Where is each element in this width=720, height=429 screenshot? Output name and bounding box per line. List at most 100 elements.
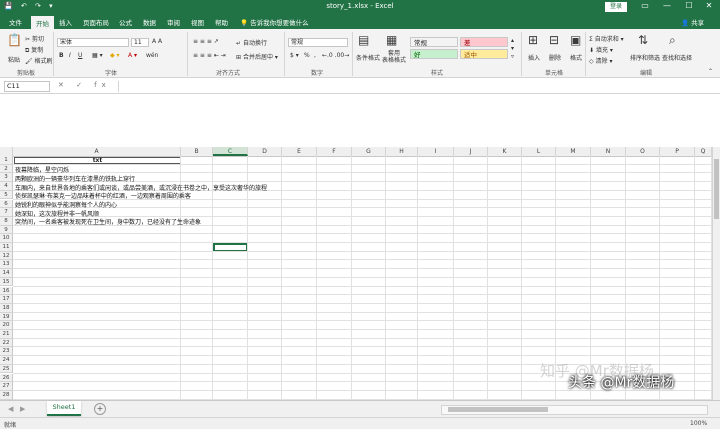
minimize-icon[interactable]: — bbox=[660, 1, 674, 10]
column-header-h[interactable]: H bbox=[386, 147, 418, 156]
paste-icon[interactable]: 📋 bbox=[7, 33, 22, 47]
cut-button[interactable]: ✂ 剪切 bbox=[25, 34, 44, 43]
column-header-o[interactable]: O bbox=[626, 147, 660, 156]
phonetic-button[interactable]: wén bbox=[146, 52, 158, 59]
prev-sheet-icon[interactable]: ◀ bbox=[8, 405, 13, 413]
find-select-icon[interactable]: ⌕ bbox=[669, 33, 676, 48]
column-header-d[interactable]: D bbox=[248, 147, 282, 156]
row-header-5[interactable]: 5 bbox=[0, 190, 13, 200]
row-header-20[interactable]: 20 bbox=[0, 321, 13, 330]
tab-review[interactable]: 审阅 bbox=[167, 17, 180, 27]
collapse-ribbon-icon[interactable]: ⌃ bbox=[708, 68, 713, 75]
formula-icons[interactable]: ✕ ✓ fx bbox=[58, 81, 111, 89]
format-painter-button[interactable]: 🖌 格式刷 bbox=[25, 56, 53, 65]
column-header-e[interactable]: E bbox=[282, 147, 317, 156]
row-header-14[interactable]: 14 bbox=[0, 269, 13, 278]
vertical-align-icons[interactable]: ≡ ≡ ≡ ↗ bbox=[193, 38, 219, 45]
row-header-9[interactable]: 9 bbox=[0, 225, 13, 235]
row-header-7[interactable]: 7 bbox=[0, 208, 13, 217]
column-header-g[interactable]: G bbox=[352, 147, 386, 156]
column-header-n[interactable]: N bbox=[591, 147, 626, 156]
comma-button[interactable]: , bbox=[314, 52, 316, 59]
row-header-11[interactable]: 11 bbox=[0, 243, 13, 252]
login-button[interactable]: 登录 bbox=[605, 2, 627, 12]
row-header-27[interactable]: 27 bbox=[0, 382, 13, 391]
borders-icon[interactable]: ▦ ▾ bbox=[92, 52, 103, 59]
autosum-button[interactable]: Σ 自动求和 ▾ bbox=[589, 34, 624, 43]
format-cells-icon[interactable]: ▣ bbox=[570, 33, 581, 47]
style-normal[interactable]: 常规 bbox=[410, 37, 458, 47]
row-header-10[interactable]: 10 bbox=[0, 234, 13, 243]
row-header-4[interactable]: 4 bbox=[0, 182, 13, 191]
ribbon-display-icon[interactable]: ▭ bbox=[638, 1, 652, 10]
zoom-level[interactable]: 100% bbox=[690, 420, 707, 427]
font-size-combo[interactable]: 11 bbox=[131, 38, 149, 47]
row-header-23[interactable]: 23 bbox=[0, 347, 13, 357]
row-header-12[interactable]: 12 bbox=[0, 251, 13, 261]
horizontal-scrollbar[interactable] bbox=[441, 405, 708, 415]
row-header-17[interactable]: 17 bbox=[0, 295, 13, 304]
row-header-18[interactable]: 18 bbox=[0, 303, 13, 313]
select-all-corner[interactable] bbox=[0, 147, 13, 156]
font-name-combo[interactable]: 宋体 bbox=[57, 38, 129, 47]
maximize-icon[interactable]: ☐ bbox=[682, 1, 696, 10]
row-header-25[interactable]: 25 bbox=[0, 364, 13, 374]
tab-file[interactable]: 文件 bbox=[9, 17, 22, 27]
tab-data[interactable]: 数据 bbox=[143, 17, 156, 27]
percent-button[interactable]: % bbox=[304, 52, 310, 59]
column-header-i[interactable]: I bbox=[418, 147, 454, 156]
format-as-table-button[interactable]: 套用 表格格式 bbox=[382, 50, 406, 64]
conditional-format-icon[interactable]: ▤ bbox=[358, 33, 369, 47]
cell-a8[interactable]: 突然间，一名乘客被发现死在卫生间，身中数刀，已经没有了生命迹象 bbox=[15, 217, 201, 226]
close-icon[interactable]: ✕ bbox=[702, 1, 716, 10]
decimal-icons[interactable]: ←.0 .00→ bbox=[322, 52, 349, 59]
column-header-q[interactable]: Q bbox=[695, 147, 712, 156]
row-header-2[interactable]: 2 bbox=[0, 164, 13, 174]
row-header-22[interactable]: 22 bbox=[0, 338, 13, 348]
column-header-a[interactable]: A bbox=[13, 147, 181, 156]
formula-input[interactable] bbox=[118, 81, 717, 92]
find-select-button[interactable]: 查找和选择 bbox=[662, 53, 692, 62]
delete-cells-icon[interactable]: ⊟ bbox=[549, 33, 559, 47]
row-header-28[interactable]: 28 bbox=[0, 390, 13, 400]
wrap-text-button[interactable]: ↵ 自动换行 bbox=[236, 38, 267, 47]
sort-filter-button[interactable]: 排序和筛选 bbox=[630, 53, 660, 62]
insert-cells-icon[interactable]: ⊞ bbox=[528, 33, 538, 47]
tab-view[interactable]: 视图 bbox=[191, 17, 204, 27]
format-as-table-icon[interactable]: ▦ bbox=[386, 33, 397, 47]
merge-center-button[interactable]: ⊞ 合并后居中 ▾ bbox=[236, 52, 278, 61]
style-neutral[interactable]: 适中 bbox=[460, 49, 508, 59]
column-header-c[interactable]: C bbox=[213, 147, 248, 156]
row-header-6[interactable]: 6 bbox=[0, 199, 13, 209]
column-header-k[interactable]: K bbox=[488, 147, 522, 156]
column-header-m[interactable]: M bbox=[556, 147, 591, 156]
tab-help[interactable]: 帮助 bbox=[215, 17, 228, 27]
add-sheet-icon[interactable]: + bbox=[94, 403, 106, 415]
cell-a3[interactable]: 两颗欧洲的一辆豪华列车在漆黑的铁轨上穿行 bbox=[15, 174, 135, 183]
conditional-format-button[interactable]: 条件格式 bbox=[356, 53, 380, 62]
fill-color-icon[interactable]: ◆ ▾ bbox=[110, 52, 120, 59]
underline-button[interactable]: U bbox=[78, 52, 82, 59]
cell-a5[interactable]: 侦探凯瑟琳·布莱克一边品味着杯中的红酒，一边观察着周围的乘客 bbox=[15, 191, 191, 200]
column-header-l[interactable]: L bbox=[522, 147, 556, 156]
tab-formulas[interactable]: 公式 bbox=[119, 17, 132, 27]
tab-page-layout[interactable]: 页面布局 bbox=[83, 17, 109, 27]
sheet-tab-sheet1[interactable]: Sheet1 bbox=[47, 401, 81, 416]
row-header-24[interactable]: 24 bbox=[0, 356, 13, 365]
row-header-13[interactable]: 13 bbox=[0, 260, 13, 270]
style-good[interactable]: 好 bbox=[410, 49, 458, 59]
style-bad[interactable]: 差 bbox=[460, 37, 508, 47]
clear-button[interactable]: ◇ 清除 ▾ bbox=[589, 56, 612, 65]
delete-cells-button[interactable]: 删除 bbox=[549, 53, 561, 62]
tab-insert[interactable]: 插入 bbox=[59, 17, 72, 27]
row-header-26[interactable]: 26 bbox=[0, 373, 13, 383]
next-sheet-icon[interactable]: ▶ bbox=[20, 405, 25, 413]
sort-filter-icon[interactable]: ⇅ bbox=[638, 33, 648, 47]
name-box[interactable]: C11 bbox=[4, 81, 50, 92]
insert-cells-button[interactable]: 插入 bbox=[528, 53, 540, 62]
row-header-1[interactable]: 1 bbox=[0, 156, 13, 165]
cell-a7[interactable]: 她深知，这次旅程并非一帆风顺 bbox=[15, 209, 99, 218]
row-header-3[interactable]: 3 bbox=[0, 173, 13, 183]
grow-shrink-font-icon[interactable]: A A bbox=[152, 38, 162, 45]
tell-me-search[interactable]: 💡 告诉我你想要做什么 bbox=[240, 17, 309, 27]
